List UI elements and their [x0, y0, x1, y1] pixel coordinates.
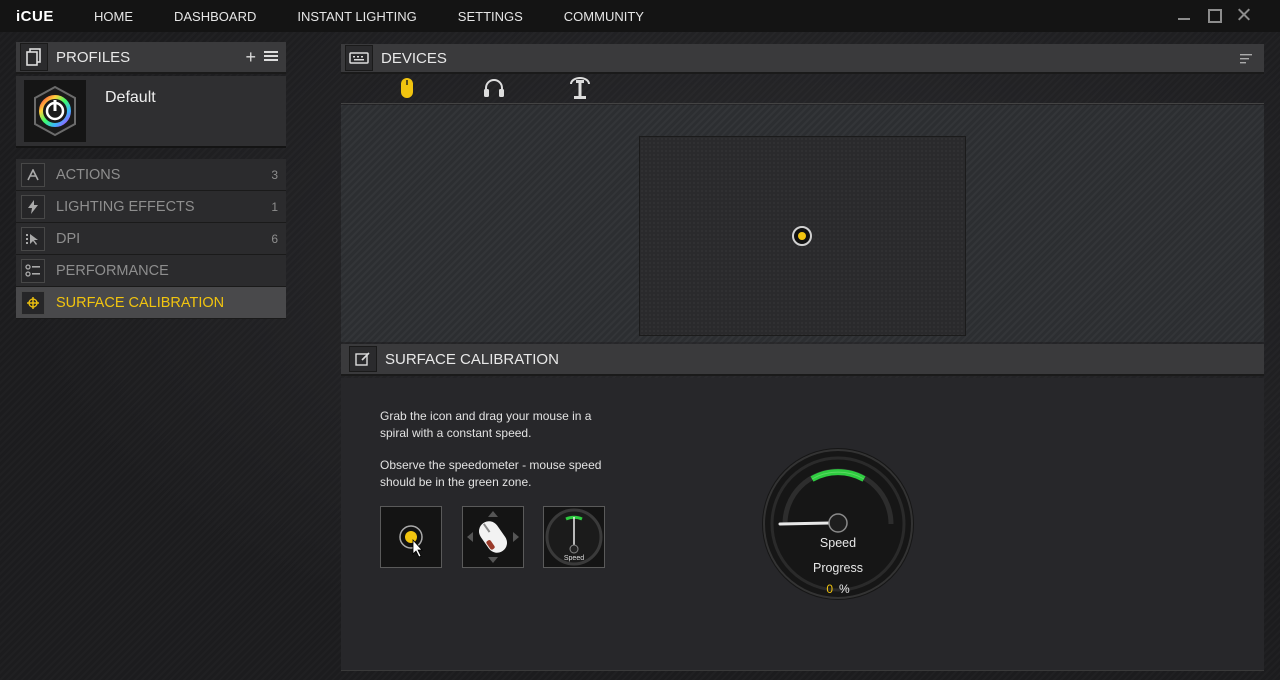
progress-unit: % [839, 582, 850, 596]
profiles-icon [20, 43, 48, 71]
nav-community[interactable]: COMMUNITY [564, 9, 644, 24]
calibration-instruction-1: Grab the icon and drag your mouse in a s… [380, 409, 592, 440]
gauge-progress-readout: 0% [760, 582, 916, 596]
gauge-speed-label: Speed [819, 536, 857, 550]
progress-value: 0 [826, 582, 833, 596]
device-tab-headset-stand[interactable] [567, 76, 593, 105]
devices-title: DEVICES [381, 49, 447, 67]
minimize-icon[interactable] [1176, 7, 1192, 23]
divider [16, 146, 286, 148]
step-thumb-speedometer: Speed [543, 506, 605, 568]
menu-item-surface-calibration[interactable]: SURFACE CALIBRATION [16, 287, 286, 319]
nav-home[interactable]: HOME [94, 9, 133, 24]
lightning-icon [21, 194, 45, 219]
menu-item-count: 1 [271, 199, 278, 214]
menu-item-dpi[interactable]: DPI 6 [16, 223, 286, 255]
icue-profile-logo-icon [24, 80, 86, 142]
maximize-icon[interactable] [1206, 7, 1222, 23]
window-controls [1176, 7, 1252, 23]
calibration-handle[interactable] [792, 226, 812, 246]
top-bar: iCUE HOME DASHBOARD INSTANT LIGHTING SET… [0, 0, 1280, 32]
profiles-menu-icon[interactable] [264, 48, 278, 66]
profile-name: Default [105, 89, 156, 106]
app-logo: iCUE [16, 7, 54, 25]
menu-item-label: LIGHTING EFFECTS [56, 198, 195, 215]
nav-settings[interactable]: SETTINGS [458, 9, 523, 24]
profile-card-default[interactable]: Default [16, 76, 286, 146]
thumb-speed-label: Speed [563, 555, 585, 562]
letter-a-icon [21, 162, 45, 187]
profile-settings-menu: ACTIONS 3 LIGHTING EFFECTS 1 DPI 6 PERFO… [16, 159, 286, 319]
mouse-move-icon [467, 511, 519, 563]
menu-item-actions[interactable]: ACTIONS 3 [16, 159, 286, 191]
mouse-icon [400, 77, 414, 104]
speedometer-gauge [762, 448, 914, 600]
devices-header: DEVICES [341, 44, 1264, 74]
menu-item-label: DPI [56, 230, 81, 247]
menu-item-lighting-effects[interactable]: LIGHTING EFFECTS 1 [16, 191, 286, 223]
crosshair-icon [21, 290, 45, 315]
divider [341, 670, 1264, 671]
surface-calibration-header: SURFACE CALIBRATION [341, 344, 1264, 376]
device-tab-headset[interactable] [481, 78, 507, 102]
menu-item-label: ACTIONS [56, 166, 121, 183]
menu-item-label: SURFACE CALIBRATION [56, 294, 225, 311]
headset-stand-icon [568, 76, 592, 105]
keyboard-icon [345, 45, 373, 71]
devices-menu-icon[interactable] [1240, 52, 1252, 70]
calibration-instruction-2: Observe the speedometer - mouse speed sh… [380, 458, 602, 489]
gauge-progress-label: Progress [812, 561, 864, 575]
surface-calibration-title: SURFACE CALIBRATION [385, 350, 559, 368]
close-icon[interactable] [1236, 7, 1252, 23]
edit-icon [349, 346, 377, 372]
nav-dashboard[interactable]: DASHBOARD [174, 9, 256, 24]
sliders-icon [21, 258, 45, 283]
device-tab-mouse[interactable] [394, 77, 420, 104]
step-thumb-mouse-move [462, 506, 524, 568]
nav-instant-lighting[interactable]: INSTANT LIGHTING [297, 9, 416, 24]
menu-item-label: PERFORMANCE [56, 262, 169, 279]
menu-item-count: 3 [271, 167, 278, 182]
menu-item-count: 6 [271, 231, 278, 246]
grab-handle-icon [399, 525, 423, 558]
menu-item-performance[interactable]: PERFORMANCE [16, 255, 286, 287]
profiles-title: PROFILES [56, 48, 131, 66]
step-thumb-grab [380, 506, 442, 568]
headset-icon [483, 78, 505, 103]
device-tabs [341, 76, 1264, 104]
dpi-cursor-icon [21, 226, 45, 251]
add-profile-button[interactable]: + [245, 48, 256, 66]
profiles-header: PROFILES + [16, 42, 286, 74]
